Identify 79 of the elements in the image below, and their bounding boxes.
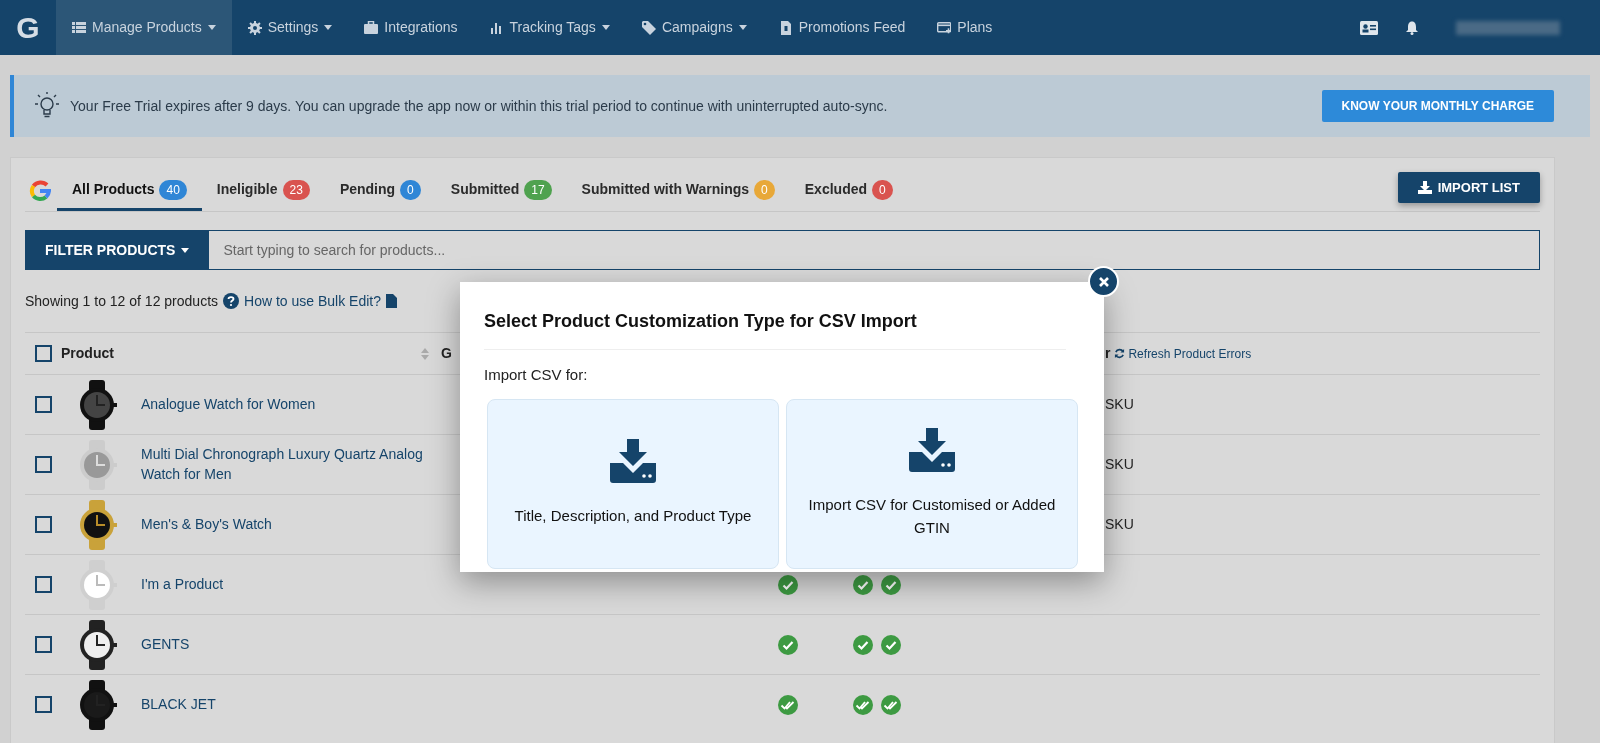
tab[interactable]: Submitted with Warnings 0: [566, 179, 790, 211]
tab[interactable]: Submitted 17: [435, 179, 567, 211]
checkbox[interactable]: [35, 345, 52, 362]
modal-title: Select Product Customization Type for CSV Import: [484, 308, 1066, 350]
download-icon: [1417, 181, 1432, 194]
double-check-icon: [853, 694, 873, 715]
count-badge: 0: [754, 179, 775, 200]
bar-chart-icon: [489, 20, 504, 35]
settings-icon: [247, 20, 262, 35]
list-icon: [72, 20, 86, 35]
nav-item[interactable]: Integrations: [348, 0, 474, 55]
sku-text: SKU: [1105, 396, 1134, 412]
document-icon: [386, 294, 397, 308]
count-badge: 23: [282, 179, 310, 200]
id-card-icon[interactable]: [1360, 20, 1378, 35]
check-icon: [778, 634, 798, 655]
tag-icon: [641, 20, 656, 35]
download-icon: [909, 428, 955, 472]
product-link[interactable]: GENTS: [136, 634, 441, 655]
refresh-link[interactable]: Refresh Product Errors: [1114, 344, 1252, 363]
monthly-charge-button[interactable]: KNOW YOUR MONTHLY CHARGE: [1321, 90, 1554, 122]
help-icon: [223, 293, 240, 309]
checkbox[interactable]: [35, 516, 52, 533]
double-check-icon: [778, 694, 798, 715]
check-icon: [778, 574, 798, 595]
briefcase-icon: [364, 20, 379, 35]
checkbox[interactable]: [35, 696, 52, 713]
nav-item[interactable]: Settings: [231, 0, 349, 55]
check-icon: [881, 634, 901, 655]
import-list-button[interactable]: IMPORT LIST: [1397, 171, 1540, 204]
product-link[interactable]: Analogue Watch for Women: [136, 394, 441, 415]
nav-item[interactable]: Promotions Feed: [762, 0, 922, 55]
count-badge: 0: [400, 179, 421, 200]
close-icon: [1097, 275, 1110, 288]
column-header: G: [441, 344, 453, 363]
checkbox[interactable]: [35, 456, 52, 473]
column-header: Product: [61, 344, 114, 363]
nav-item[interactable]: Manage Products: [56, 0, 232, 55]
modal-subtitle: Import CSV for:: [484, 365, 589, 385]
sku-text: SKU: [1105, 516, 1134, 532]
filter-button[interactable]: FILTER PRODUCTS: [25, 230, 210, 270]
product-link[interactable]: I'm a Product: [136, 574, 441, 595]
download-icon: [610, 439, 656, 484]
check-icon: [853, 574, 873, 595]
search-field[interactable]: Start typing to search for products...: [209, 230, 1540, 270]
tab[interactable]: Pending 0: [324, 179, 436, 211]
help-link[interactable]: How to use Bulk Edit?: [244, 290, 381, 312]
tab[interactable]: Excluded 0: [789, 179, 908, 211]
document-icon: [778, 20, 793, 35]
lightbulb-icon: [34, 92, 60, 120]
nav-item[interactable]: Plans: [921, 0, 1009, 55]
import-option[interactable]: Title, Description, and Product Type: [487, 398, 779, 569]
bell-icon[interactable]: [1406, 20, 1418, 35]
product-link[interactable]: Men's & Boy's Watch: [136, 514, 441, 535]
product-link[interactable]: BLACK JET: [136, 694, 441, 715]
refresh-icon: [1114, 348, 1126, 359]
card-icon: [937, 20, 952, 35]
nav-item[interactable]: Campaigns: [625, 0, 763, 55]
import-option[interactable]: Import CSV for Customised or Added GTIN: [786, 398, 1078, 569]
double-check-icon: [881, 694, 901, 715]
count-badge: 17: [524, 179, 552, 200]
alert-text: Your Free Trial expires after 9 days. You can upgrade the app now or within this trial period to continue with uninterrupted auto-sync.: [70, 96, 888, 116]
nav-item[interactable]: Tracking Tags: [473, 0, 626, 55]
check-icon: [881, 574, 901, 595]
tab[interactable]: All Products 40: [57, 179, 202, 211]
results-count: Showing 1 to 12 of 12 products: [25, 291, 219, 311]
count-badge: 0: [872, 179, 893, 200]
sku-text: SKU: [1105, 456, 1134, 472]
tab[interactable]: Ineligible 23: [201, 179, 325, 211]
g-logo-icon: [29, 180, 51, 202]
checkbox[interactable]: [35, 396, 52, 413]
checkbox[interactable]: [35, 576, 52, 593]
product-link[interactable]: Multi Dial Chronograph Luxury Quartz Analog Watch for Men: [136, 444, 441, 485]
count-badge: 40: [159, 179, 187, 200]
checkbox[interactable]: [35, 636, 52, 653]
sort-icon: [421, 347, 429, 360]
column-header: r: [1105, 344, 1111, 363]
check-icon: [853, 634, 873, 655]
logo: G: [15, 10, 41, 46]
